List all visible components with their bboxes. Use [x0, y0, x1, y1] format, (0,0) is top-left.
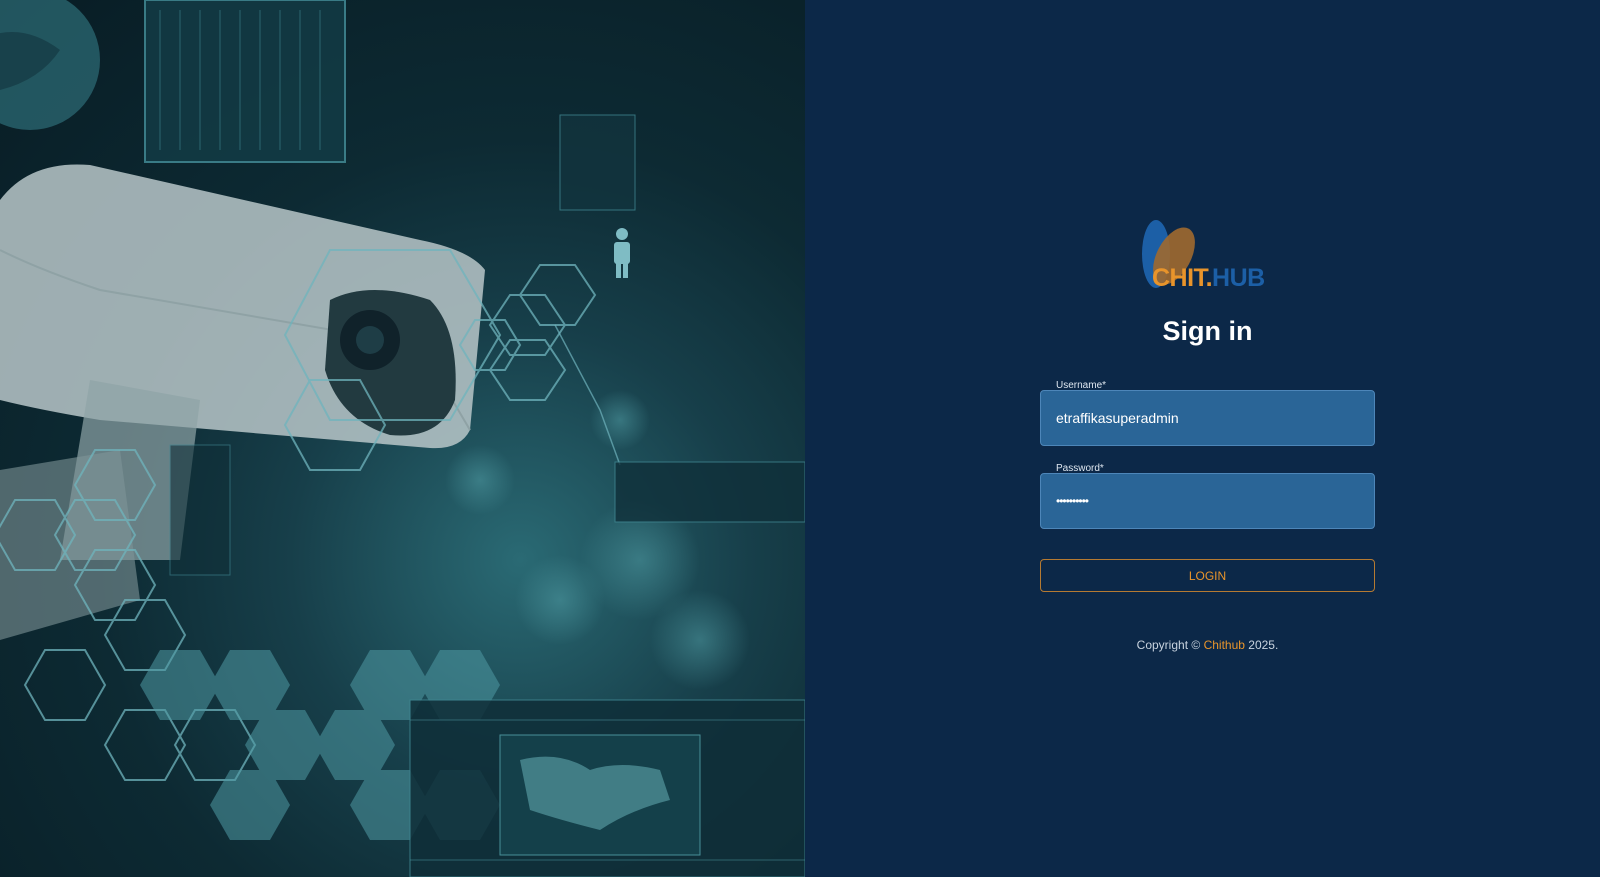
page-title: Sign in	[1162, 316, 1253, 346]
logo-text-chit: CHIT	[1152, 264, 1206, 292]
copyright-prefix: Copyright ©	[1136, 638, 1201, 652]
logo-text-hub: HUB	[1212, 264, 1265, 292]
username-value: etraffikasuperadmin	[1056, 410, 1179, 426]
copyright-brand-link[interactable]: Chithub	[1204, 638, 1245, 652]
logo-wordmark: CHIT.HUB	[1152, 264, 1265, 293]
username-field[interactable]: etraffikasuperadmin	[1040, 390, 1375, 446]
surveillance-camera-illustration	[0, 0, 805, 877]
copyright-text: Copyright © Chithub 2025.	[1040, 638, 1375, 652]
copyright-year: 2025.	[1248, 638, 1279, 652]
chithub-logo: CHIT.HUB	[1140, 218, 1270, 296]
password-field[interactable]: ••••••••••	[1040, 473, 1375, 529]
login-button[interactable]: LOGIN	[1040, 559, 1375, 592]
password-value: ••••••••••	[1056, 494, 1089, 508]
hero-image-panel	[0, 0, 805, 877]
